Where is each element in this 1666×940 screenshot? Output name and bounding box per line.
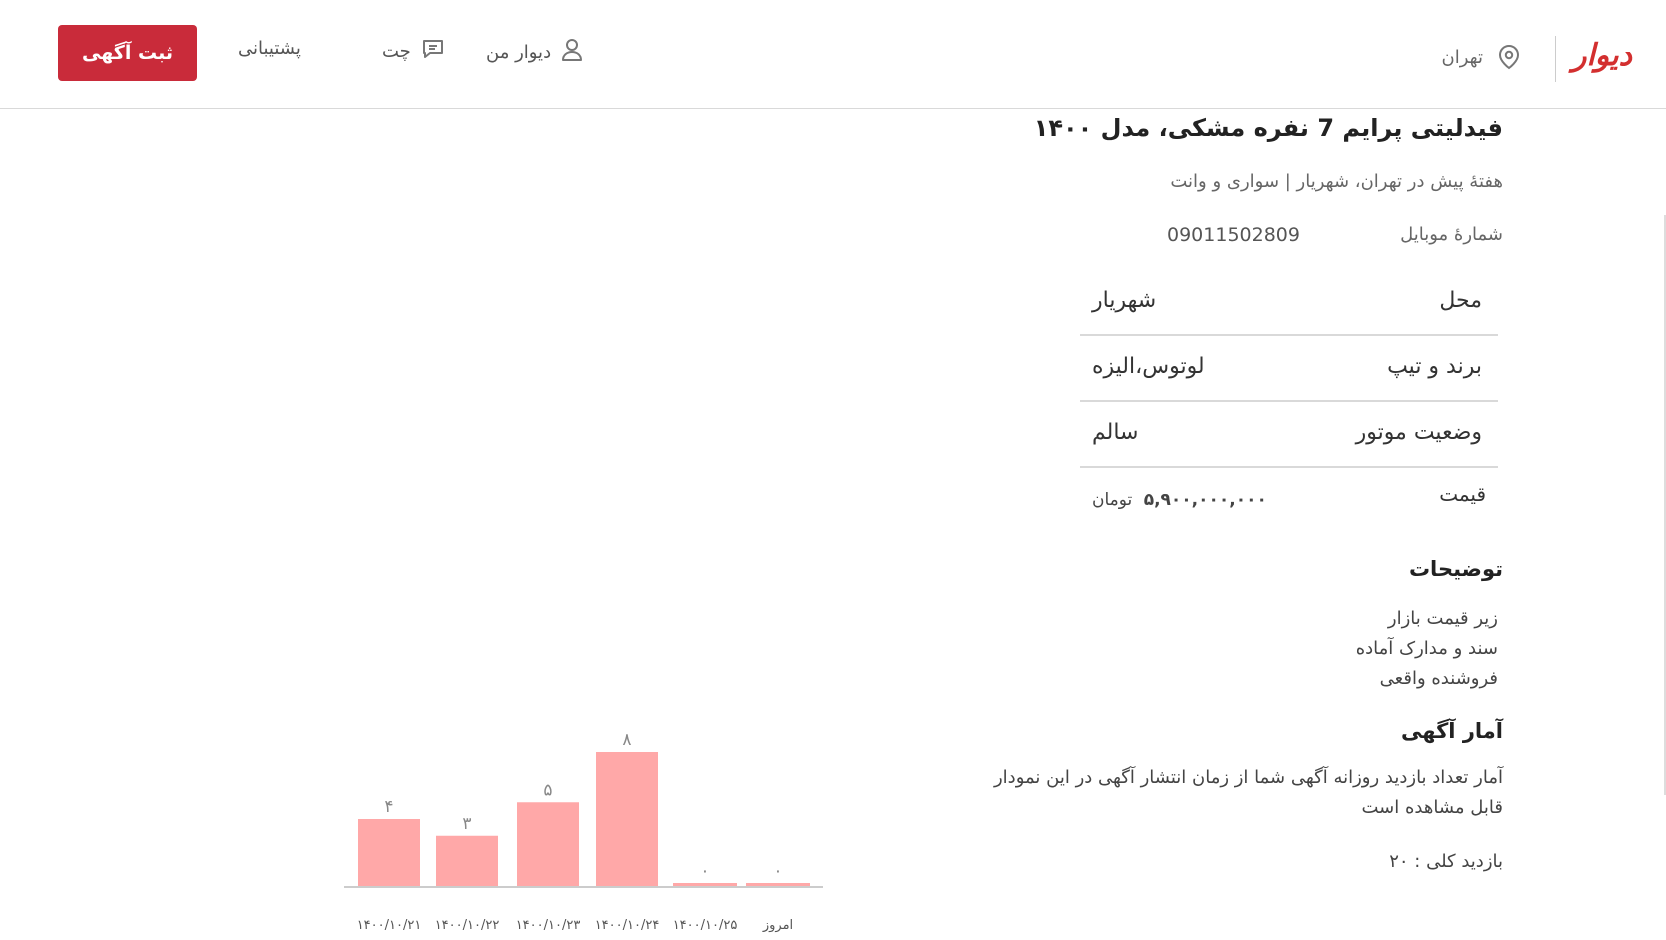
top-header: دیوار تهران دیوار من چت پشتیبانی ثبت آگه… (0, 0, 1666, 109)
header-divider (1555, 36, 1556, 82)
x-tick-label: امروز (762, 918, 793, 933)
support-label: پشتیبانی (238, 38, 301, 59)
x-tick-label: ۱۴۰۰/۱۰/۲۳ (516, 918, 581, 933)
views-chart-svg: ۴ ۱۴۰۰/۱۰/۲۱ ۳ ۱۴۰۰/۱۰/۲۲ ۵ ۱۴۰۰/۱۰/۲۳ ۸ ۱۴۰۰/۱… (344, 730, 823, 933)
attribute-value: سالم (1092, 420, 1139, 445)
price-label: قیمت (1439, 482, 1486, 506)
bar-value-label: ۰ (773, 861, 782, 881)
bar-value-label: ۳ (462, 814, 471, 834)
attribute-key: برند و تیپ (1387, 354, 1482, 379)
views-chart: ۴ ۱۴۰۰/۱۰/۲۱ ۳ ۱۴۰۰/۱۰/۲۲ ۵ ۱۴۰۰/۱۰/۲۳ ۸ ۱۴۰۰/۱… (340, 730, 830, 940)
bar-value-label: ۵ (543, 780, 552, 800)
price-value: ۵,۹۰۰,۰۰۰,۰۰۰ تومان (1092, 490, 1267, 510)
stats-title: آمار آگهی (1400, 719, 1503, 743)
my-divar-link[interactable]: دیوار من (486, 38, 583, 67)
attribute-key: وضعیت موتور (1355, 420, 1482, 445)
description-line: زیر قیمت بازار (1387, 608, 1498, 629)
city-selector[interactable]: تهران (1442, 44, 1521, 70)
bar-value-label: ۴ (384, 797, 393, 817)
price-currency: تومان (1092, 490, 1133, 510)
x-tick-label: ۱۴۰۰/۱۰/۲۴ (595, 918, 660, 933)
x-tick-label: ۱۴۰۰/۱۰/۲۲ (435, 918, 500, 933)
chat-link[interactable]: چت (382, 38, 445, 65)
divar-logo[interactable]: دیوار (1572, 38, 1632, 73)
stats-description: آمار تعداد بازدید روزانه آگهی شما از زما… (993, 767, 1503, 818)
city-label: تهران (1441, 46, 1483, 68)
chart-bar (673, 883, 737, 886)
chart-bar (517, 802, 579, 886)
attribute-row: وضعیت موتور سالم (1080, 402, 1498, 468)
attribute-value: شهریار (1092, 288, 1157, 313)
post-ad-button[interactable]: ثبت آگهی (58, 25, 197, 81)
location-pin-icon (1497, 44, 1521, 70)
price-row: قیمت ۵,۹۰۰,۰۰۰,۰۰۰ تومان (1080, 482, 1498, 522)
my-divar-label: دیوار من (486, 42, 552, 63)
attribute-value: لوتوس،الیزه (1092, 354, 1205, 379)
phone-value[interactable]: 09011502809 (1167, 224, 1300, 246)
x-tick-label: ۱۴۰۰/۱۰/۲۵ (673, 918, 738, 933)
attribute-row: برند و تیپ لوتوس،الیزه (1080, 336, 1498, 402)
description-title: توضیحات (1408, 557, 1503, 581)
description-body: زیر قیمت بازار سند و مدارک آماده فروشنده… (1356, 604, 1498, 694)
attribute-key: محل (1439, 288, 1482, 313)
chat-label: چت (382, 41, 411, 62)
chart-bar (746, 883, 810, 886)
bar-value-label: ۰ (700, 861, 709, 881)
description-line: فروشنده واقعی (1379, 668, 1498, 689)
ad-subtitle: هفتهٔ پیش در تهران، شهریار | سواری و وان… (1170, 171, 1503, 192)
chart-bar (358, 819, 420, 886)
support-link[interactable]: پشتیبانی (238, 38, 301, 59)
user-icon (561, 38, 583, 67)
description-line: سند و مدارک آماده (1355, 638, 1498, 659)
x-tick-label: ۱۴۰۰/۱۰/۲۱ (357, 918, 422, 933)
chart-bar (596, 752, 658, 886)
chat-icon (421, 38, 445, 65)
chart-bar (436, 835, 498, 886)
phone-label: شمارهٔ موبایل (1400, 224, 1503, 245)
price-amount: ۵,۹۰۰,۰۰۰,۰۰۰ (1143, 490, 1267, 510)
ad-title: فیدلیتی پرایم 7 نفره مشکی، مدل ۱۴۰۰ (1033, 114, 1503, 142)
total-views: بازدید کلی : ۲۰ (1389, 851, 1503, 872)
attribute-row: محل شهریار (1080, 270, 1498, 336)
bar-value-label: ۸ (622, 730, 631, 750)
